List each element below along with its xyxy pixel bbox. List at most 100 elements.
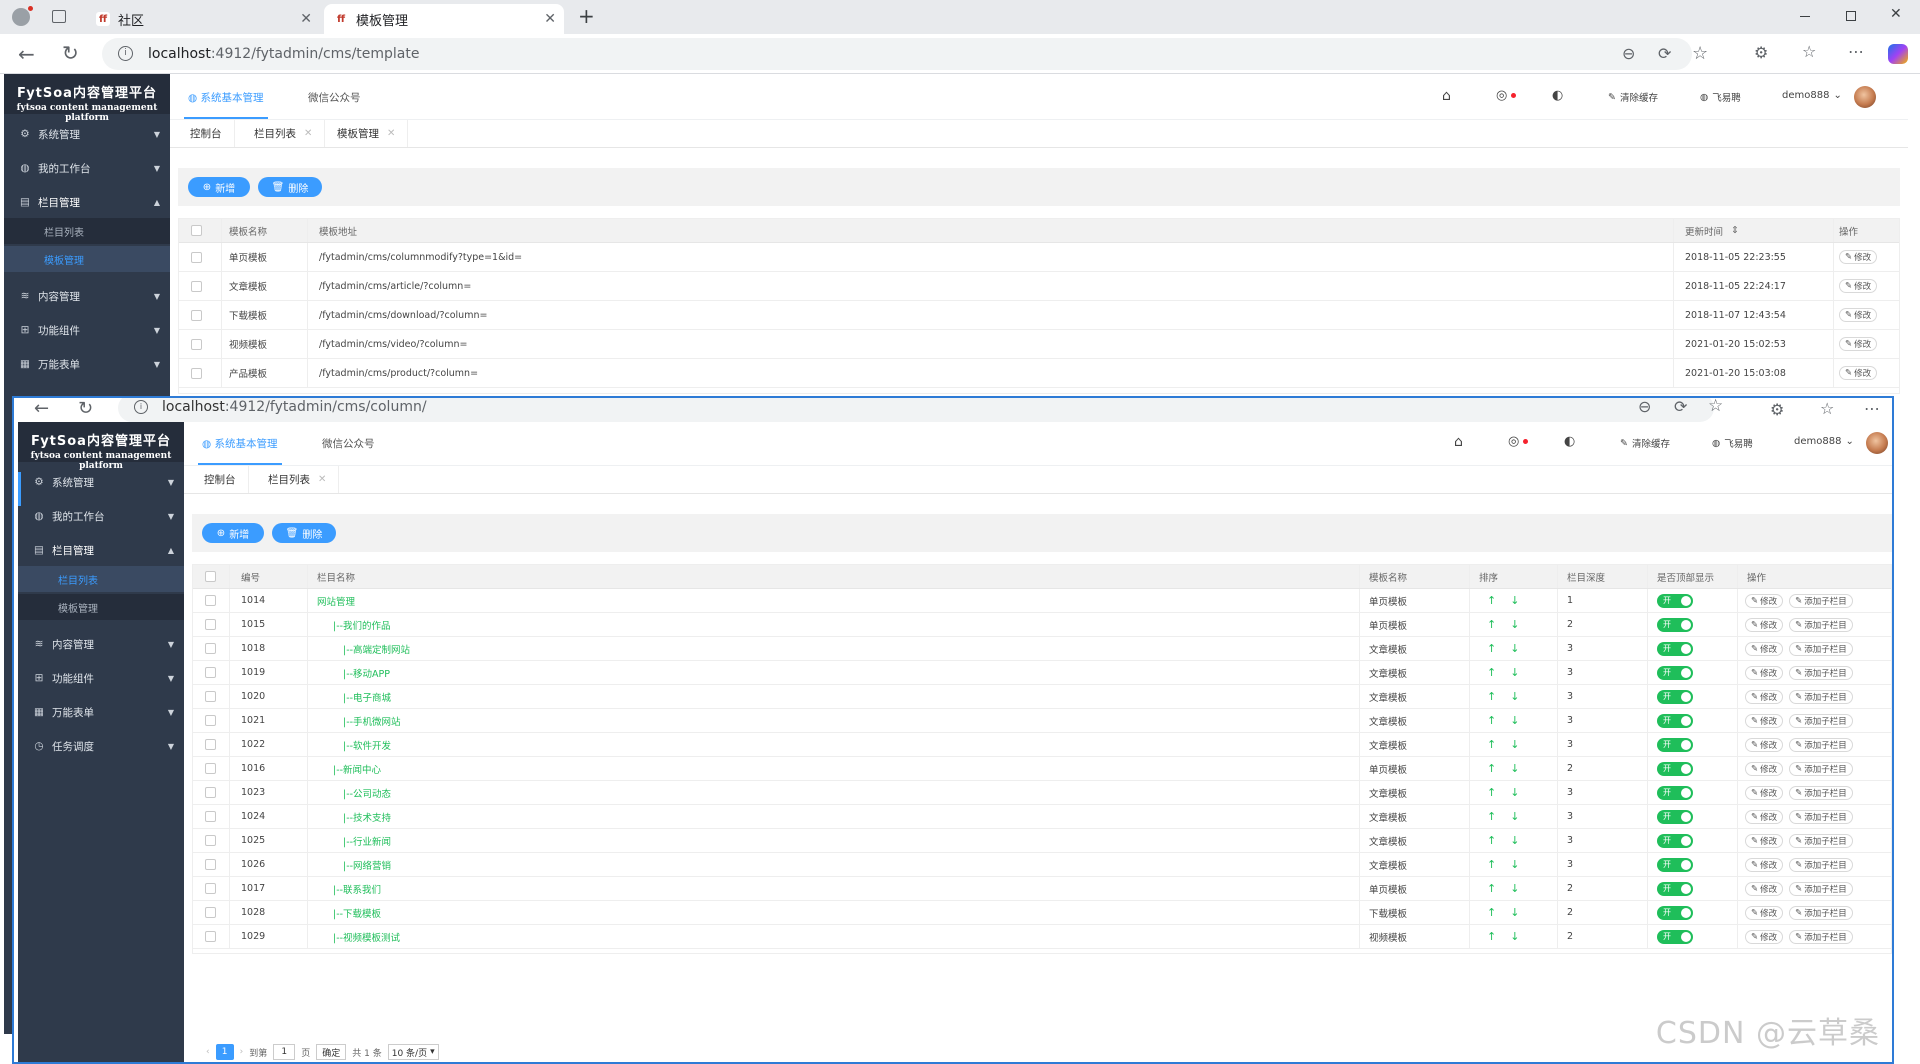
more-menu-icon[interactable]: ⋯ bbox=[1864, 399, 1880, 418]
top-display-toggle[interactable]: 开 bbox=[1657, 713, 1693, 728]
zoom-icon[interactable]: ⊖ bbox=[1638, 398, 1651, 416]
edit-button[interactable]: ✎ 修改 bbox=[1745, 737, 1784, 752]
add-child-button[interactable]: ✎ 添加子栏目 bbox=[1789, 737, 1853, 752]
sidebar-subitem-column-list[interactable]: 栏目列表 bbox=[18, 566, 184, 592]
header-tab-system[interactable]: ◍ 系统基本管理 bbox=[184, 90, 267, 119]
new-tab-button[interactable]: + bbox=[578, 4, 595, 28]
move-up-icon[interactable]: ↑ bbox=[1487, 810, 1496, 823]
sidebar-item-content[interactable]: ≋ 内容管理 ▼ bbox=[18, 629, 184, 659]
close-window-icon[interactable]: ✕ bbox=[1890, 6, 1902, 22]
feiyi-link[interactable]: ◍ 飞易聘 bbox=[1712, 436, 1753, 451]
sidebar-subitem-column-list[interactable]: 栏目列表 bbox=[4, 218, 170, 244]
column-name-link[interactable]: |--技术支持 bbox=[343, 805, 391, 828]
top-display-toggle[interactable]: 开 bbox=[1657, 785, 1693, 800]
edit-button[interactable]: ✎ 修改 bbox=[1745, 665, 1784, 680]
extensions-icon[interactable]: ⚙ bbox=[1770, 400, 1784, 419]
move-down-icon[interactable]: ↓ bbox=[1510, 858, 1519, 871]
top-display-toggle[interactable]: 开 bbox=[1657, 761, 1693, 776]
move-down-icon[interactable]: ↓ bbox=[1510, 786, 1519, 799]
page-tab-console[interactable]: 控制台 bbox=[192, 466, 249, 493]
row-checkbox[interactable] bbox=[205, 883, 216, 894]
move-down-icon[interactable]: ↓ bbox=[1510, 666, 1519, 679]
theme-icon[interactable]: ◐ bbox=[1552, 88, 1563, 103]
back-icon[interactable]: ← bbox=[34, 398, 49, 419]
top-display-toggle[interactable]: 开 bbox=[1657, 857, 1693, 872]
confirm-page-button[interactable]: 确定 bbox=[316, 1044, 347, 1060]
sidebar-item-content[interactable]: ≋ 内容管理 ▼ bbox=[4, 281, 170, 311]
move-down-icon[interactable]: ↓ bbox=[1510, 882, 1519, 895]
row-checkbox[interactable] bbox=[205, 691, 216, 702]
copilot-icon[interactable] bbox=[1888, 44, 1908, 64]
browser-tab-template[interactable]: ff 模板管理 ✕ bbox=[324, 4, 564, 34]
home-icon[interactable]: ⌂ bbox=[1454, 434, 1463, 450]
avatar[interactable] bbox=[1866, 432, 1888, 454]
add-child-button[interactable]: ✎ 添加子栏目 bbox=[1789, 785, 1853, 800]
edit-button[interactable]: ✎ 修改 bbox=[1839, 308, 1878, 322]
sidebar-item-system[interactable]: ⚙ 系统管理 ▼ bbox=[18, 467, 184, 497]
column-name-link[interactable]: 网站管理 bbox=[317, 589, 355, 612]
move-down-icon[interactable]: ↓ bbox=[1510, 810, 1519, 823]
edit-button[interactable]: ✎ 修改 bbox=[1745, 641, 1784, 656]
sidebar-item-forms[interactable]: ▦ 万能表单 ▼ bbox=[4, 349, 170, 379]
move-up-icon[interactable]: ↑ bbox=[1487, 618, 1496, 631]
address-bar[interactable]: i localhost:4912/fytadmin/cms/template ⊖… bbox=[102, 38, 1708, 70]
sidebar-subitem-template[interactable]: 模板管理 bbox=[4, 246, 170, 272]
row-checkbox[interactable] bbox=[191, 251, 202, 263]
edit-button[interactable]: ✎ 修改 bbox=[1745, 881, 1784, 896]
add-button[interactable]: ⊕ 新增 bbox=[202, 523, 264, 543]
header-tab-wechat[interactable]: 微信公众号 bbox=[308, 90, 361, 105]
message-icon[interactable]: ◎ bbox=[1508, 434, 1529, 449]
move-up-icon[interactable]: ↑ bbox=[1487, 666, 1496, 679]
move-up-icon[interactable]: ↑ bbox=[1487, 930, 1496, 943]
top-display-toggle[interactable]: 开 bbox=[1657, 881, 1693, 896]
row-checkbox[interactable] bbox=[205, 763, 216, 774]
edit-button[interactable]: ✎ 修改 bbox=[1745, 713, 1784, 728]
page-number-input[interactable]: 1 bbox=[273, 1044, 296, 1060]
close-icon[interactable]: ✕ bbox=[304, 128, 312, 139]
column-name-link[interactable]: |--我们的作品 bbox=[333, 613, 391, 636]
sidebar-subitem-template[interactable]: 模板管理 bbox=[18, 594, 184, 620]
move-down-icon[interactable]: ↓ bbox=[1510, 738, 1519, 751]
feiyi-link[interactable]: ◍ 飞易聘 bbox=[1700, 90, 1741, 105]
delete-button[interactable]: 🗑 删除 bbox=[258, 177, 322, 197]
sort-icon[interactable]: ⇕ bbox=[1731, 225, 1739, 236]
top-display-toggle[interactable]: 开 bbox=[1657, 593, 1693, 608]
edit-button[interactable]: ✎ 修改 bbox=[1839, 337, 1878, 351]
reload-icon[interactable]: ↻ bbox=[62, 41, 79, 65]
site-info-icon[interactable]: i bbox=[118, 46, 133, 61]
top-display-toggle[interactable]: 开 bbox=[1657, 641, 1693, 656]
prev-page-icon[interactable]: ‹ bbox=[206, 1047, 210, 1057]
move-up-icon[interactable]: ↑ bbox=[1487, 762, 1496, 775]
back-icon[interactable]: ← bbox=[18, 42, 35, 66]
page-1-button[interactable]: 1 bbox=[215, 1044, 234, 1060]
add-child-button[interactable]: ✎ 添加子栏目 bbox=[1789, 905, 1853, 920]
move-up-icon[interactable]: ↑ bbox=[1487, 642, 1496, 655]
message-icon[interactable]: ◎ bbox=[1496, 88, 1517, 103]
move-up-icon[interactable]: ↑ bbox=[1487, 690, 1496, 703]
edit-button[interactable]: ✎ 修改 bbox=[1745, 833, 1784, 848]
row-checkbox[interactable] bbox=[205, 619, 216, 630]
row-checkbox[interactable] bbox=[191, 280, 202, 292]
favorites-icon[interactable]: ☆ bbox=[1802, 42, 1816, 61]
column-name-link[interactable]: |--网络营销 bbox=[343, 853, 391, 876]
edit-button[interactable]: ✎ 修改 bbox=[1745, 689, 1784, 704]
column-name-link[interactable]: |--行业新闻 bbox=[343, 829, 391, 852]
edit-button[interactable]: ✎ 修改 bbox=[1745, 617, 1784, 632]
browser-tab-community[interactable]: ff 社区 ✕ bbox=[88, 4, 320, 34]
column-name-link[interactable]: |--高端定制网站 bbox=[343, 637, 410, 660]
add-child-button[interactable]: ✎ 添加子栏目 bbox=[1789, 809, 1853, 824]
user-menu[interactable]: demo888 ⌄ bbox=[1794, 436, 1854, 447]
page-tab-console[interactable]: 控制台 bbox=[178, 120, 235, 147]
move-down-icon[interactable]: ↓ bbox=[1510, 594, 1519, 607]
edit-button[interactable]: ✎ 修改 bbox=[1839, 279, 1878, 293]
column-name-link[interactable]: |--联系我们 bbox=[333, 877, 381, 900]
clear-cache-button[interactable]: ✎ 清除缓存 bbox=[1620, 436, 1670, 451]
row-checkbox[interactable] bbox=[205, 787, 216, 798]
add-child-button[interactable]: ✎ 添加子栏目 bbox=[1789, 881, 1853, 896]
column-name-link[interactable]: |--公司动态 bbox=[343, 781, 391, 804]
row-checkbox[interactable] bbox=[205, 811, 216, 822]
row-checkbox[interactable] bbox=[191, 367, 202, 379]
row-checkbox[interactable] bbox=[205, 739, 216, 750]
move-down-icon[interactable]: ↓ bbox=[1510, 642, 1519, 655]
theme-icon[interactable]: ◐ bbox=[1564, 434, 1575, 449]
